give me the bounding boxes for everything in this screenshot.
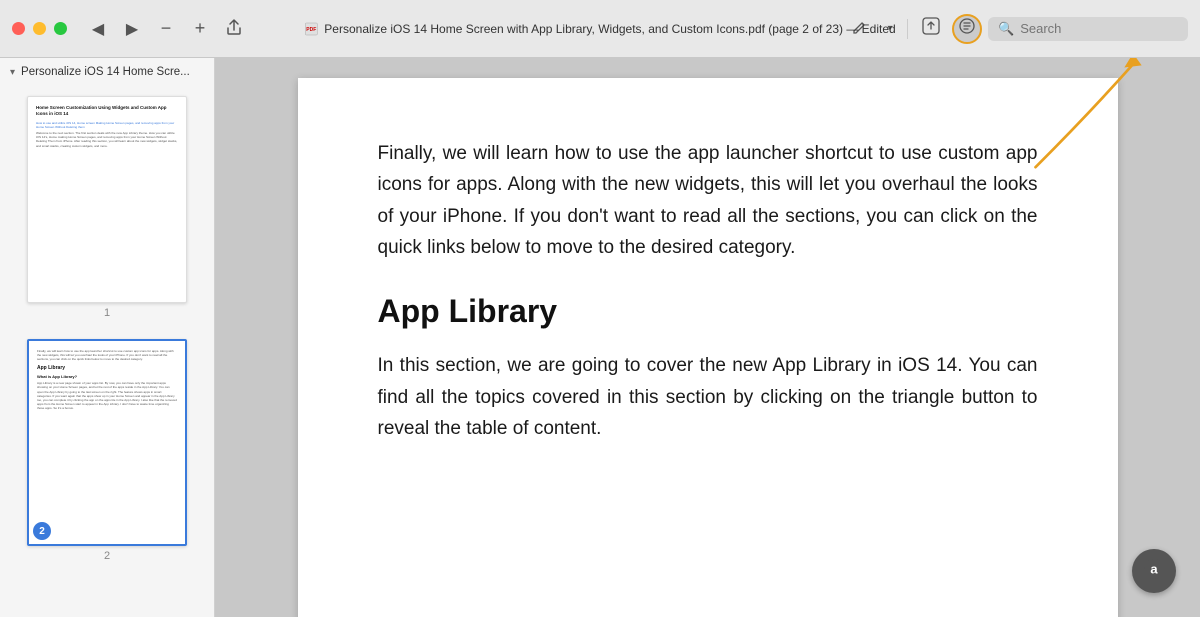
thumb2-para: Finally, we will learn how to use the ap… <box>37 349 177 362</box>
document-viewer[interactable]: Finally, we will learn how to use the ap… <box>215 58 1200 617</box>
nav-forward-button[interactable]: ▶ <box>117 14 147 44</box>
thumb1-page-num: 1 <box>104 307 110 319</box>
thumbnail-list: Home Screen Customization Using Widgets … <box>0 86 214 572</box>
sidebar-header[interactable]: ▾ Personalize iOS 14 Home Scre... <box>0 58 214 86</box>
close-button[interactable] <box>12 22 25 35</box>
upload-button[interactable] <box>916 14 946 44</box>
thumb2-badge: 2 <box>33 522 51 540</box>
share-button[interactable] <box>219 14 249 44</box>
toolbar-left: ◀ ▶ − + <box>83 14 249 44</box>
maximize-button[interactable] <box>54 22 67 35</box>
thumbnail-1-container: Home Screen Customization Using Widgets … <box>27 96 187 319</box>
document-section-heading: App Library <box>378 293 1038 330</box>
thumbnail-2-container: Finally, we will learn how to use the ap… <box>27 339 187 562</box>
floating-action-button[interactable]: a <box>1132 549 1176 593</box>
title-bar: ◀ ▶ − + PDF Personalize iOS 14 Home Scre… <box>0 0 1200 58</box>
main-area: ▾ Personalize iOS 14 Home Scre... Home S… <box>0 58 1200 617</box>
thumb1-body: Welcome to the next section. The first s… <box>36 131 178 148</box>
thumb2-heading: App Library <box>37 365 177 372</box>
svg-text:PDF: PDF <box>306 27 316 33</box>
title-area: PDF Personalize iOS 14 Home Screen with … <box>304 22 895 36</box>
thumbnail-2[interactable]: Finally, we will learn how to use the ap… <box>27 339 187 546</box>
thumb1-title: Home Screen Customization Using Widgets … <box>36 105 178 118</box>
zoom-in-icon: + <box>195 18 206 39</box>
sidebar: ▾ Personalize iOS 14 Home Scre... Home S… <box>0 58 215 617</box>
chevron-left-icon: ◀ <box>92 19 104 39</box>
thumb2-page-num: 2 <box>104 550 110 562</box>
thumb2-body: App Library is a new page shown of your … <box>37 381 177 410</box>
minimize-button[interactable] <box>33 22 46 35</box>
svg-text:a: a <box>1150 561 1158 576</box>
zoom-out-icon: − <box>161 18 172 39</box>
window-title: Personalize iOS 14 Home Screen with App … <box>324 22 895 36</box>
toolbar-right: ▾ 🔍 <box>845 14 1188 44</box>
document-section-body: In this section, we are going to cover t… <box>378 350 1038 444</box>
sidebar-doc-title: Personalize iOS 14 Home Scre... <box>21 66 190 78</box>
search-input[interactable] <box>1020 21 1178 36</box>
sidebar-chevron-icon: ▾ <box>10 67 15 78</box>
toc-icon <box>959 18 975 39</box>
toolbar-separator <box>907 19 908 39</box>
chevron-right-icon: ▶ <box>126 19 138 39</box>
search-box[interactable]: 🔍 <box>988 17 1188 41</box>
thumb2-subheading: What is App Library? <box>37 374 177 380</box>
pdf-icon: PDF <box>304 22 318 36</box>
zoom-out-button[interactable]: − <box>151 14 181 44</box>
upload-icon <box>922 17 940 40</box>
document-body-paragraph: Finally, we will learn how to use the ap… <box>378 138 1038 263</box>
fab-icon: a <box>1143 558 1165 585</box>
thumb1-links: How to use and utilize iOS 14, Home scre… <box>36 121 178 129</box>
toc-button[interactable] <box>952 14 982 44</box>
nav-back-button[interactable]: ◀ <box>83 14 113 44</box>
share-icon <box>226 18 242 39</box>
thumbnail-1[interactable]: Home Screen Customization Using Widgets … <box>27 96 187 303</box>
document-page: Finally, we will learn how to use the ap… <box>298 78 1118 617</box>
zoom-in-button[interactable]: + <box>185 14 215 44</box>
search-icon: 🔍 <box>998 21 1014 37</box>
window-controls <box>12 22 67 35</box>
